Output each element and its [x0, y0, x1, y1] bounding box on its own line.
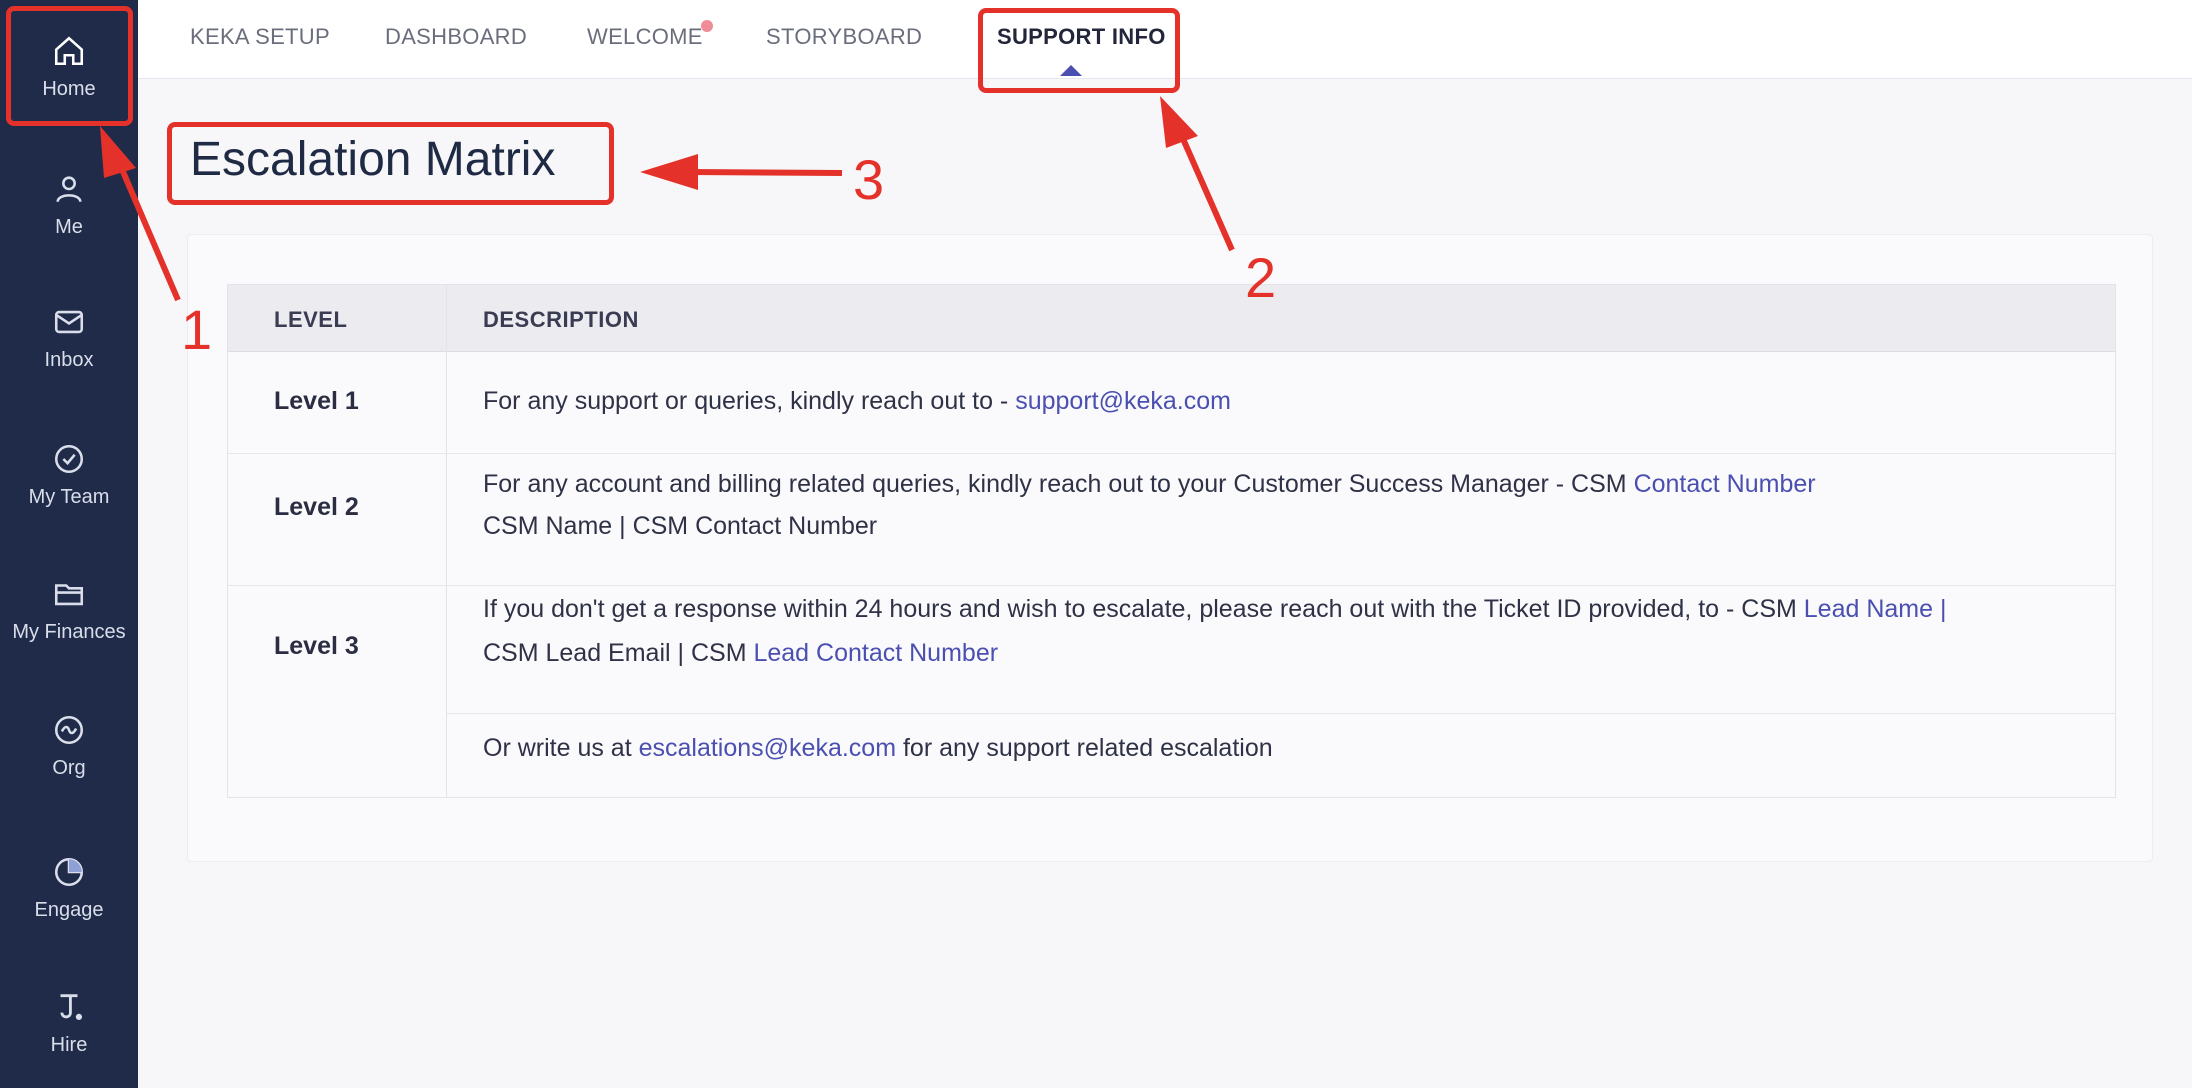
- annotation-number-2: 2: [1245, 246, 1277, 309]
- annotation-number-3: 3: [853, 148, 885, 211]
- arrow-2-head: [1160, 96, 1198, 148]
- arrow-1-head: [100, 126, 136, 178]
- arrow-3-line: [689, 169, 843, 176]
- arrow-2-line: [1177, 130, 1235, 252]
- annotation-number-1: 1: [181, 298, 213, 361]
- annotation-arrows: [100, 96, 1235, 302]
- arrow-1-line: [115, 158, 181, 302]
- arrow-3-head: [640, 154, 698, 190]
